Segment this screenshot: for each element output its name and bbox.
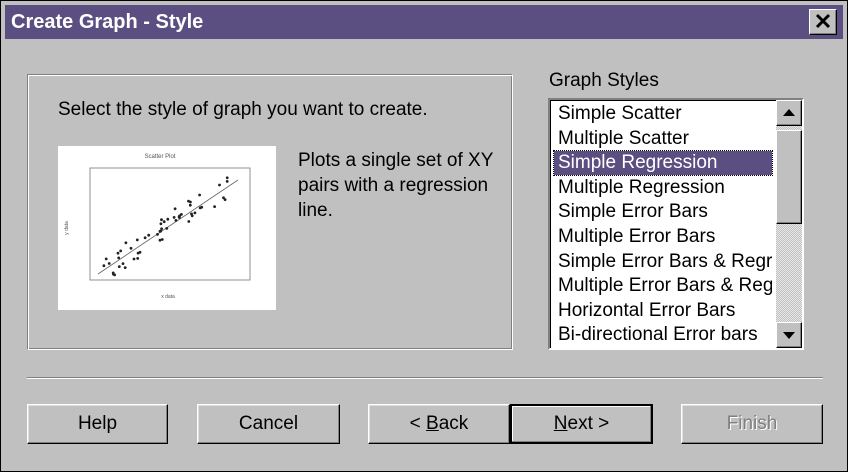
finish-button[interactable]: Finish [681, 404, 823, 444]
preview-point [174, 219, 178, 222]
preview-point [156, 233, 159, 236]
back-rest: ack [438, 413, 469, 434]
preview-point [117, 265, 121, 268]
scatter-plot-thumbnail: Scatter Plot x data y data [64, 154, 251, 300]
next-button[interactable]: Next > [510, 404, 653, 444]
list-item[interactable]: Simple Scatter [554, 102, 772, 126]
preview-point [102, 264, 106, 268]
preview-point [166, 217, 170, 221]
list-item[interactable]: Multiple Regression [554, 176, 772, 200]
instruction-text: Select the style of graph you want to cr… [58, 99, 428, 120]
preview-point [180, 213, 183, 216]
list-item[interactable]: Multiple Error Bars & Regression [554, 274, 772, 298]
list-scrollbar[interactable] [776, 100, 802, 348]
scroll-up-button[interactable] [776, 100, 802, 126]
preview-point [159, 222, 163, 226]
preview-point [116, 251, 120, 255]
preview-point [218, 183, 221, 187]
preview-point [160, 238, 164, 241]
preview-point [178, 216, 181, 219]
cancel-button[interactable]: Cancel [197, 404, 340, 444]
preview-point [143, 236, 147, 240]
preview-point [158, 229, 162, 233]
next-rest: ext > [567, 413, 610, 434]
preview-point [187, 220, 191, 223]
preview-point [136, 257, 140, 260]
help-button[interactable]: Help [27, 404, 168, 444]
window-title: Create Graph - Style [11, 11, 204, 33]
list-item[interactable]: Simple Error Bars [554, 200, 772, 224]
preview-point [189, 200, 192, 204]
preview-point [198, 206, 202, 210]
preview-point [172, 216, 176, 219]
preview-point [173, 207, 177, 211]
title-bar[interactable]: Create Graph - Style [5, 5, 843, 39]
back-prefix: < [409, 413, 427, 434]
list-item[interactable]: Bi-directional Error bars [554, 323, 772, 347]
preview-point [165, 227, 169, 230]
scroll-down-button[interactable] [776, 322, 802, 348]
list-item[interactable]: Simple Regression [553, 150, 773, 177]
list-item[interactable]: Multiple Error Bars [554, 225, 772, 249]
preview-point [136, 251, 140, 255]
preview-point [213, 205, 217, 208]
back-button[interactable]: < Back [368, 404, 510, 444]
preview-point [190, 214, 194, 218]
preview-point [117, 256, 121, 260]
graph-styles-label: Graph Styles [549, 70, 659, 91]
list-item[interactable]: Multiple Scatter [554, 127, 772, 151]
preview-point [160, 227, 163, 231]
back-accel: B [426, 413, 439, 434]
separator [27, 377, 823, 379]
preview-point [225, 180, 229, 183]
preview-point [132, 257, 136, 261]
preview-point [198, 193, 202, 197]
preview-xlabel: x data [161, 294, 175, 300]
close-button[interactable] [809, 9, 837, 35]
preview-point [188, 203, 192, 207]
close-icon [815, 13, 831, 29]
list-item[interactable]: Simple Error Bars & Regression [554, 250, 772, 274]
preview-title: Scatter Plot [144, 154, 175, 160]
preview-point [107, 262, 111, 265]
preview-point [119, 249, 123, 253]
preview-point [135, 238, 139, 242]
scroll-thumb[interactable] [776, 130, 802, 224]
arrow-up-icon [783, 109, 795, 116]
preview-point [123, 266, 127, 269]
preview-point [129, 246, 133, 250]
graph-styles-listbox[interactable]: Simple Scatter Multiple Scatter Simple Reg… [548, 98, 804, 350]
graph-preview-image: Scatter Plot x data y data [58, 146, 276, 310]
preview-point [222, 196, 225, 200]
preview-ylabel: y data [64, 221, 70, 235]
arrow-down-icon [783, 332, 795, 339]
preview-point [162, 220, 166, 224]
style-description: Plots a single set of XY pairs with a re… [298, 150, 494, 221]
preview-point [121, 262, 125, 265]
preview-point [113, 273, 116, 277]
next-accel: N [553, 413, 568, 434]
preview-point [104, 257, 108, 261]
list-item[interactable]: Horizontal Error Bars [554, 299, 772, 323]
preview-point [147, 233, 151, 237]
preview-point [160, 218, 163, 222]
preview-point [225, 176, 229, 180]
preview-point [124, 241, 128, 245]
preview-point [193, 211, 197, 215]
